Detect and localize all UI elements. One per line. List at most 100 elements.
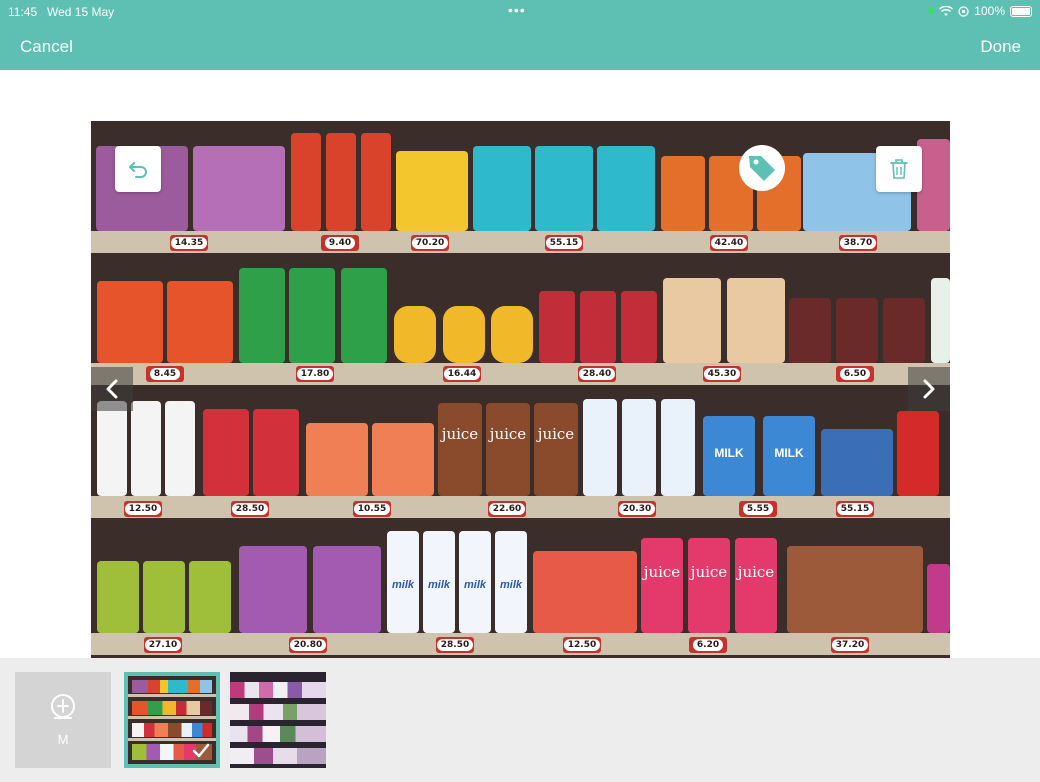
status-date: Wed 15 May — [47, 5, 115, 19]
thumbnail-shelf — [128, 716, 216, 719]
product-box — [97, 281, 163, 363]
camera-indicator-icon — [928, 8, 935, 14]
undo-button[interactable] — [115, 146, 161, 192]
price-tag: 28.50 — [436, 637, 474, 653]
price-tag: 12.50 — [124, 501, 162, 517]
product-jar — [789, 298, 831, 363]
done-button[interactable]: Done — [980, 37, 1021, 57]
product-milk-pack: MILK — [703, 416, 755, 496]
thumbnail-products — [230, 682, 326, 698]
product-jar — [143, 561, 185, 633]
product-jar — [661, 156, 705, 231]
product-box — [193, 146, 285, 231]
thumbnail-2[interactable] — [230, 672, 326, 768]
product-sausages — [372, 423, 434, 496]
price-tag: 17.80 — [296, 366, 334, 382]
product-jar — [836, 298, 878, 363]
previous-image-button[interactable] — [91, 367, 133, 411]
product-jar — [491, 306, 533, 363]
thumbnail-products — [132, 723, 212, 737]
product-milk-bottle: milk — [495, 531, 527, 633]
trash-icon — [890, 159, 908, 179]
next-image-button[interactable] — [908, 367, 950, 411]
thumbnail-1-selected[interactable] — [124, 672, 220, 768]
add-photo-button[interactable]: M — [15, 672, 111, 768]
price-tag: 55.15 — [545, 235, 583, 251]
product-cheese — [396, 151, 468, 231]
product-juice-carton: juice — [534, 403, 578, 496]
price-tag: 6.20 — [689, 637, 727, 653]
price-tag: 37.20 — [831, 637, 869, 653]
shelf-row-3: juice juice juice MILK MILK 12.50 28.50 … — [91, 391, 950, 526]
price-tag: 28.40 — [578, 366, 616, 382]
product-milk-bottle — [97, 401, 127, 496]
product-ketchup — [897, 411, 939, 496]
price-tag: 38.70 — [839, 235, 877, 251]
product-jar — [253, 409, 299, 496]
shelf-board — [91, 363, 950, 385]
product-bag — [663, 278, 721, 363]
price-tag: 20.80 — [289, 637, 327, 653]
product-milk-bottle: milk — [387, 531, 419, 633]
product-jar — [203, 409, 249, 496]
product-milk-bottle: milk — [423, 531, 455, 633]
price-tag: 22.60 — [488, 501, 526, 517]
product-box — [167, 281, 233, 363]
product-milk-carton — [622, 399, 656, 496]
undo-icon — [129, 162, 147, 178]
cancel-button[interactable]: Cancel — [20, 37, 73, 57]
price-tag: 12.50 — [563, 637, 601, 653]
tag-icon — [749, 156, 775, 181]
product-jar — [883, 298, 925, 363]
product-juice-carton: juice — [735, 538, 777, 633]
thumbnail-products — [230, 704, 326, 720]
thumbnail-products — [230, 726, 326, 742]
price-tag: 9.40 — [321, 235, 359, 251]
shelf-board — [91, 231, 950, 253]
shelf-row-1: 14.35 9.40 70.20 55.15 42.40 38.70 — [91, 121, 950, 256]
thumbnail-tray: M — [0, 658, 1040, 782]
tag-button[interactable] — [739, 145, 785, 191]
product-juice-carton: juice — [486, 403, 530, 496]
status-time: 11:45 — [8, 5, 38, 19]
product-box — [313, 546, 381, 633]
thumbnail-shelf — [128, 694, 216, 697]
shelf-board — [91, 633, 950, 655]
price-tag: 16.44 — [443, 366, 481, 382]
product-box — [239, 546, 307, 633]
top-bar: 11:45 Wed 15 May ••• 100% Cancel Done — [0, 0, 1040, 70]
product-bag — [727, 278, 785, 363]
product-can — [539, 291, 575, 363]
product-milk-bottle — [165, 401, 195, 496]
price-tag: 20.30 — [618, 501, 656, 517]
product-cans — [821, 429, 893, 496]
product-sausages — [787, 546, 923, 633]
product-milk-bottle — [131, 401, 161, 496]
add-photo-icon — [51, 694, 75, 719]
thumbnail-products — [132, 701, 212, 715]
product-pasta — [289, 268, 335, 363]
product-bottle — [291, 133, 321, 231]
chevron-left-icon — [106, 379, 118, 399]
price-tag: 6.50 — [836, 366, 874, 382]
product-jar — [394, 306, 436, 363]
product-bottle — [361, 133, 391, 231]
product-can — [621, 291, 657, 363]
checkmark-icon — [192, 743, 210, 758]
price-tag: 27.10 — [144, 637, 182, 653]
product-sausages — [306, 423, 368, 496]
price-tag: 8.45 — [146, 366, 184, 382]
multitask-dots[interactable]: ••• — [508, 2, 526, 18]
orientation-lock-icon — [958, 5, 969, 17]
shelf-image[interactable]: 14.35 9.40 70.20 55.15 42.40 38.70 8.45 … — [91, 121, 950, 658]
product-jar — [189, 561, 231, 633]
price-tag: 70.20 — [411, 235, 449, 251]
delete-button[interactable] — [876, 146, 922, 192]
product-bottle — [326, 133, 356, 231]
status-bar: 11:45 Wed 15 May ••• 100% — [0, 0, 1040, 24]
product-milk-bottle: milk — [459, 531, 491, 633]
product-milk-carton — [583, 399, 617, 496]
price-tag: 10.55 — [353, 501, 391, 517]
product-box — [535, 146, 593, 231]
product-juice-carton: juice — [688, 538, 730, 633]
